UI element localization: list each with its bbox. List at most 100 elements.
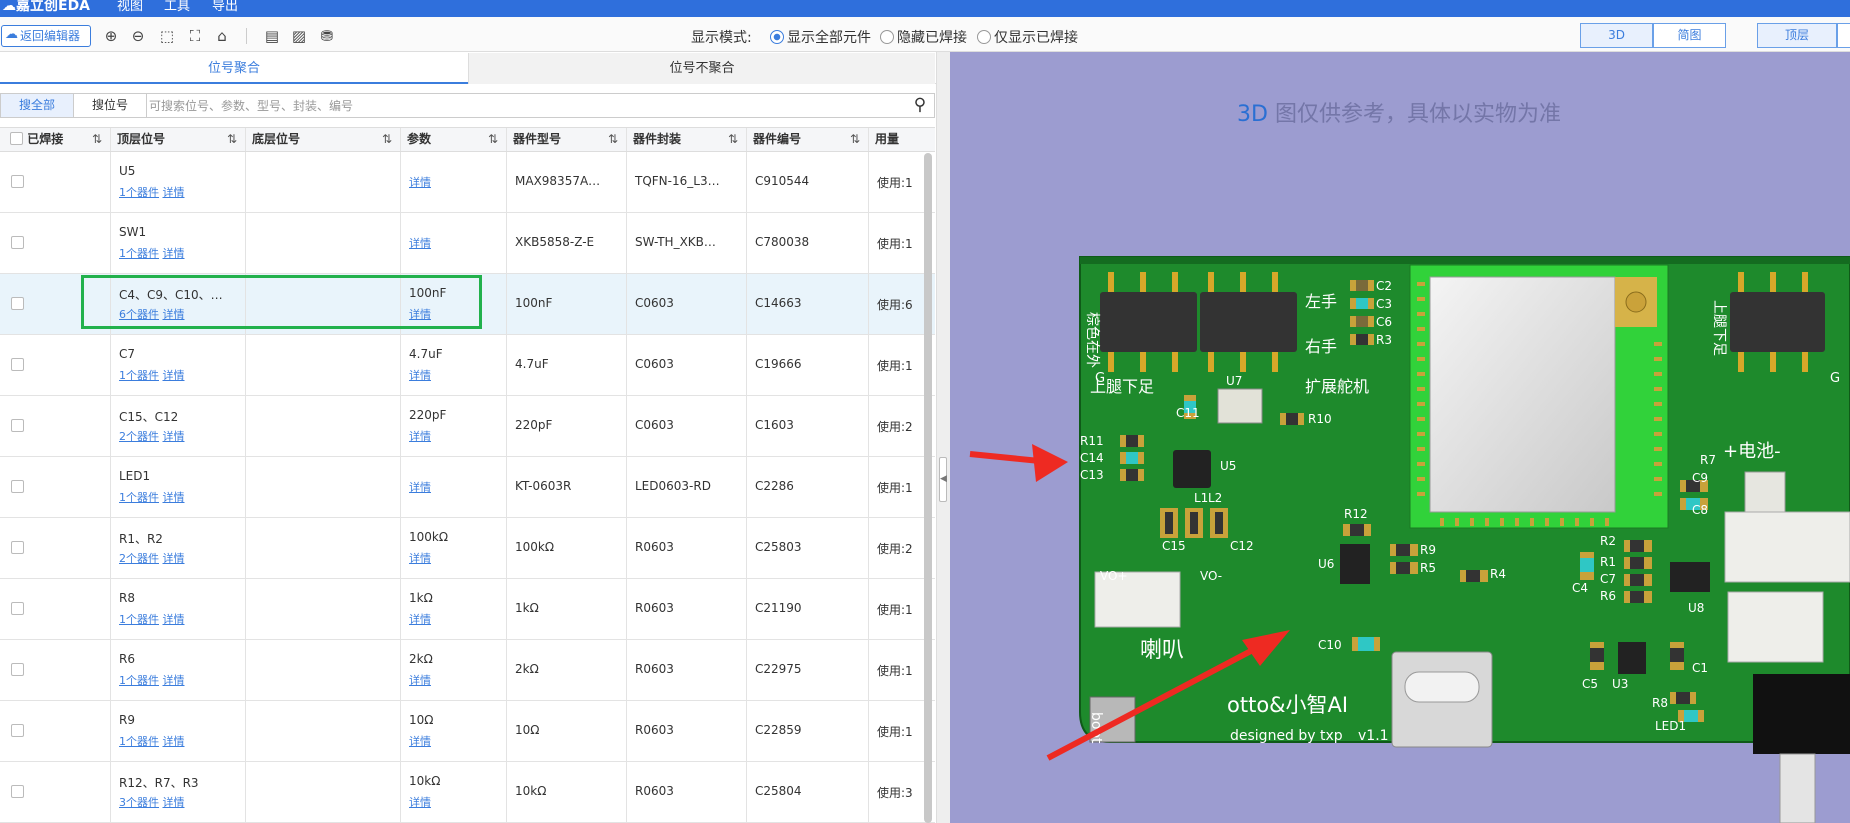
panel-splitter[interactable]: ◀ [936,52,950,823]
pcb-3d-view[interactable]: 3D 图仅供参考，具体以实物为准 左手 右手 上腿下足 扩展舵机 +电池- 喇叭… [950,52,1850,823]
soldered-checkbox[interactable] [11,480,24,493]
menu-view[interactable]: 视图 [117,0,143,14]
soldered-checkbox[interactable] [11,785,24,798]
soldered-checkbox[interactable] [11,419,24,432]
param-detail-link[interactable]: 详情 [409,552,431,565]
sort-icon[interactable]: ⇅ [608,128,618,151]
detail-link[interactable]: 详情 [163,613,185,626]
detail-link[interactable]: 详情 [163,735,185,748]
component-count-link[interactable]: 2个器件 [119,430,159,443]
component-count-link[interactable]: 1个器件 [119,247,159,260]
table-row[interactable]: R9 1个器件 详情 10Ω 详情 10Ω R0603 C22859 使用:1 [0,701,935,762]
image-icon[interactable]: ▨ [289,26,309,46]
component-count-link[interactable]: 2个器件 [119,552,159,565]
search-input[interactable] [149,95,901,116]
sort-icon[interactable]: ⇅ [728,128,738,151]
search-icon[interactable]: ⚲ [908,94,932,117]
detail-link[interactable]: 详情 [163,369,185,382]
soldered-checkbox[interactable] [11,602,24,615]
menu-tools[interactable]: 工具 [164,0,190,14]
zoom-area-icon[interactable]: ⬚ [157,26,177,46]
component-count-link[interactable]: 1个器件 [119,491,159,504]
param-detail-link[interactable]: 详情 [409,176,431,189]
mode-hide-soldered-radio[interactable]: 隐藏已焊接 [880,27,967,47]
zoom-in-icon[interactable]: ⊕ [101,26,121,46]
select-all-checkbox[interactable] [10,132,23,145]
sort-icon[interactable]: ⇅ [382,128,392,151]
table-row[interactable]: R12、R7、R3 3个器件 详情 10kΩ 详情 10kΩ R0603 C25804 使用:… [0,762,935,823]
sort-icon[interactable]: ⇅ [227,128,237,151]
mode-only-soldered-radio[interactable]: 仅显示已焊接 [977,27,1078,47]
tab-no-aggregate[interactable]: 位号不聚合 [468,53,935,84]
document-icon[interactable]: ▤ [262,26,282,46]
detail-link[interactable]: 详情 [163,430,185,443]
fit-view-icon[interactable]: ⛶ [185,26,205,46]
table-row[interactable]: C15、C12 2个器件 详情 220pF 详情 220pF C0603 C1603 使用:2 [0,396,935,457]
soldered-checkbox[interactable] [11,297,24,310]
table-row[interactable]: R8 1个器件 详情 1kΩ 详情 1kΩ R0603 C21190 使用:1 [0,579,935,640]
bottom-layer-button[interactable] [1837,23,1850,48]
soldered-checkbox[interactable] [11,175,24,188]
detail-link[interactable]: 详情 [163,674,185,687]
top-ref-text: LED1 [119,469,151,483]
collapse-arrow-icon[interactable]: ◀ [939,457,947,502]
soldered-checkbox[interactable] [11,724,24,737]
sort-icon[interactable]: ⇅ [850,128,860,151]
search-all-button[interactable]: 搜全部 [1,94,73,117]
col-soldered[interactable]: 已焊接 ⇅ [0,128,111,151]
cell-soldered [0,396,111,456]
component-count-link[interactable]: 1个器件 [119,369,159,382]
col-package[interactable]: 器件封装 ⇅ [627,128,747,151]
sort-icon[interactable]: ⇅ [488,128,498,151]
detail-link[interactable]: 详情 [163,247,185,260]
aggregation-tabs: 位号聚合 位号不聚合 [0,53,950,84]
search-ref-button[interactable]: 搜位号 [73,94,147,117]
top-layer-button[interactable]: 顶层 [1757,23,1837,48]
component-count-link[interactable]: 1个器件 [119,674,159,687]
param-detail-link[interactable]: 详情 [409,237,431,250]
tab-aggregate[interactable]: 位号聚合 [0,53,468,84]
table-row[interactable]: C7 1个器件 详情 4.7uF 详情 4.7uF C0603 C19666 使用:1 [0,335,935,396]
table-row[interactable]: LED1 1个器件 详情 详情 KT-0603R LED0603-RD C2286 使用:1 [0,457,935,518]
col-model[interactable]: 器件型号 ⇅ [507,128,627,151]
col-param[interactable]: 参数 ⇅ [401,128,507,151]
soldered-checkbox[interactable] [11,236,24,249]
export-bom-icon[interactable]: ⛃ [317,26,337,46]
menu-export[interactable]: 导出 [212,0,238,14]
wifi-module [1409,264,1669,529]
soldered-checkbox[interactable] [11,541,24,554]
table-row[interactable]: R6 1个器件 详情 2kΩ 详情 2kΩ R0603 C22975 使用:1 [0,640,935,701]
view-simple-button[interactable]: 简图 [1653,23,1726,48]
component-count-link[interactable]: 1个器件 [119,613,159,626]
detail-link[interactable]: 详情 [163,186,185,199]
component-count-link[interactable]: 3个器件 [119,796,159,809]
col-top-ref[interactable]: 顶层位号 ⇅ [111,128,246,151]
component-count-link[interactable]: 1个器件 [119,735,159,748]
back-to-editor-button[interactable]: ☁ 返回编辑器 [1,25,91,47]
table-scrollbar[interactable] [924,153,932,823]
view-3d-button[interactable]: 3D [1580,23,1653,48]
param-detail-link[interactable]: 详情 [409,613,431,626]
table-row[interactable]: U5 1个器件 详情 详情 MAX98357A… TQFN-16_L3… C910544 使… [0,152,935,213]
component-count-link[interactable]: 1个器件 [119,186,159,199]
param-detail-link[interactable]: 详情 [409,430,431,443]
detail-link[interactable]: 详情 [163,491,185,504]
soldered-checkbox[interactable] [11,358,24,371]
soldered-checkbox[interactable] [11,663,24,676]
sort-icon[interactable]: ⇅ [92,128,102,151]
col-code[interactable]: 器件编号 ⇅ [747,128,869,151]
detail-link[interactable]: 详情 [163,552,185,565]
table-row[interactable]: R1、R2 2个器件 详情 100kΩ 详情 100kΩ R0603 C25803 使用:2 [0,518,935,579]
param-detail-link[interactable]: 详情 [409,369,431,382]
zoom-out-icon[interactable]: ⊖ [128,26,148,46]
eraser-icon[interactable]: ⌂ [212,26,232,46]
col-bottom-ref[interactable]: 底层位号 ⇅ [246,128,401,151]
detail-link[interactable]: 详情 [163,796,185,809]
mode-show-all-radio[interactable]: 显示全部元件 [770,27,871,47]
param-detail-link[interactable]: 详情 [409,735,431,748]
param-detail-link[interactable]: 详情 [409,796,431,809]
table-row[interactable]: SW1 1个器件 详情 详情 XKB5858-Z-E SW-TH_XKB… C780038… [0,213,935,274]
param-detail-link[interactable]: 详情 [409,674,431,687]
designator-label: C15 [1162,539,1186,553]
param-detail-link[interactable]: 详情 [409,481,431,494]
